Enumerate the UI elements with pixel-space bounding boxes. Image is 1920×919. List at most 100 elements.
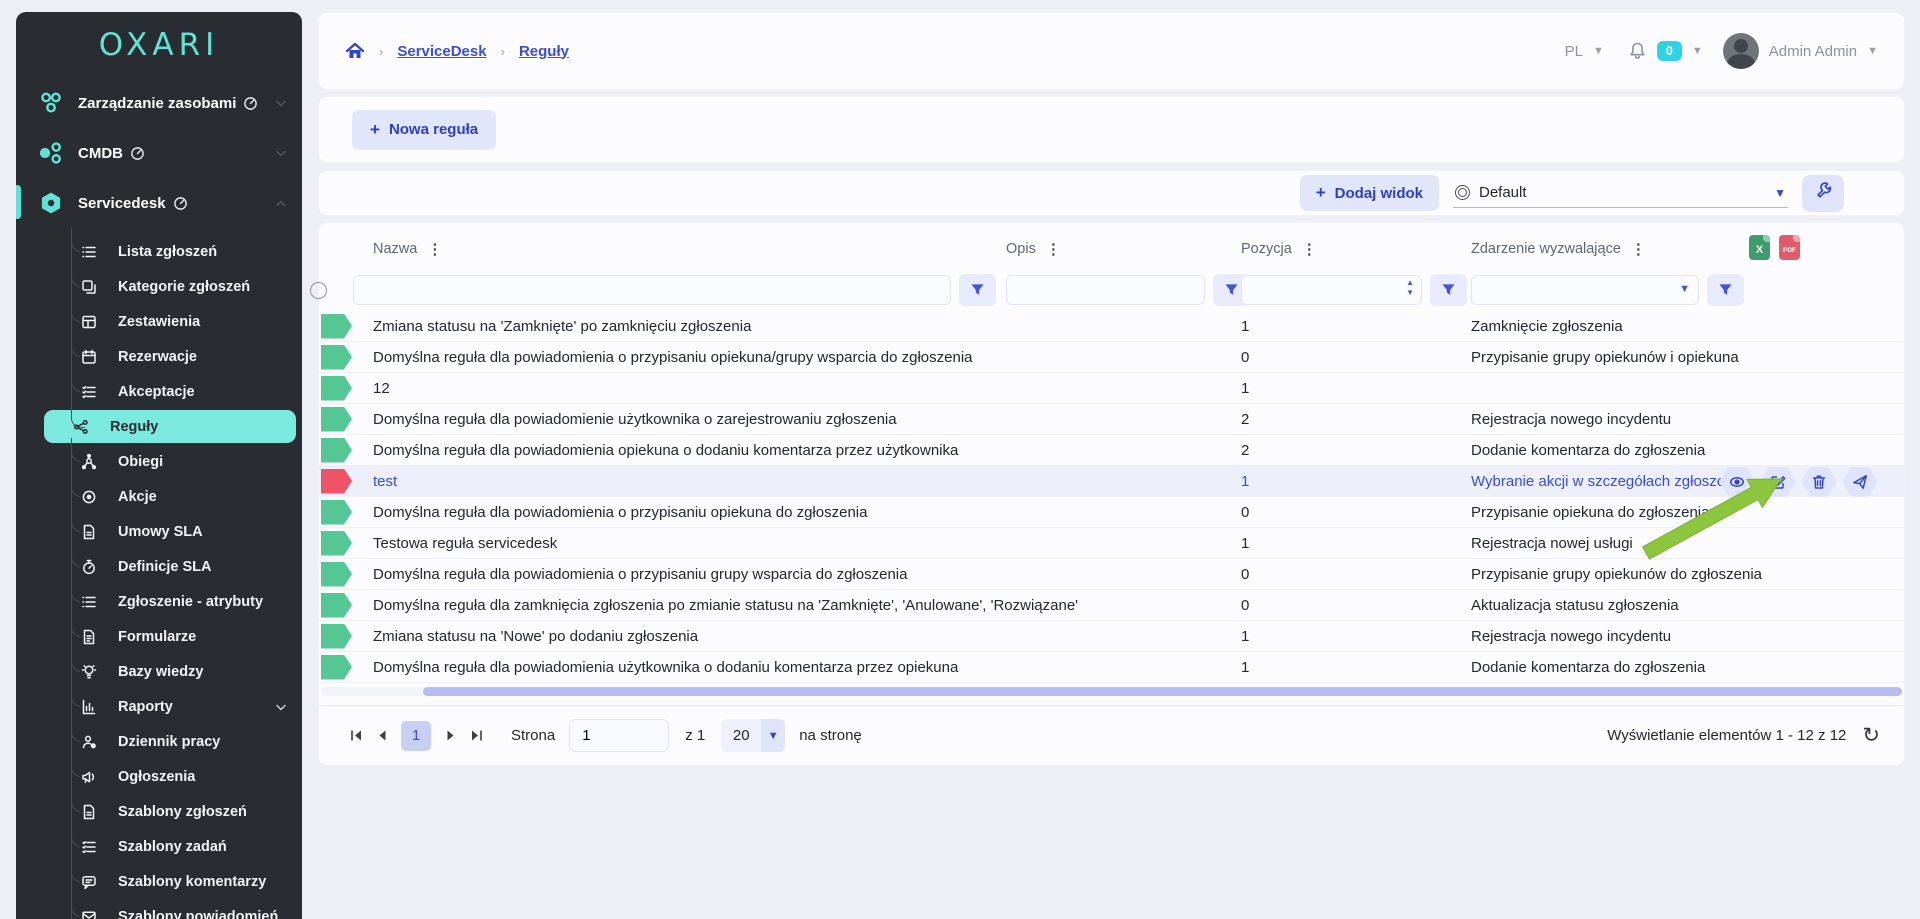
sidebar-item-label: Lista zgłoszeń xyxy=(118,244,217,260)
filter-funnel-button-nazwa[interactable] xyxy=(959,274,996,306)
current-page-button[interactable]: 1 xyxy=(401,721,431,751)
table-row[interactable]: Testowa reguła servicedesk1Rejestracja n… xyxy=(319,528,1904,559)
scrollbar-thumb[interactable] xyxy=(423,687,1902,696)
table-row[interactable]: Domyślna reguła dla powiadomienia o przy… xyxy=(319,497,1904,528)
send-action-button[interactable] xyxy=(1842,467,1878,497)
sidebar-item-label: Ogłoszenia xyxy=(118,769,195,785)
rule-position: 1 xyxy=(1241,473,1249,490)
excel-export-icon[interactable]: X xyxy=(1749,235,1770,260)
filter-funnel-button-zdarzenie[interactable] xyxy=(1707,274,1744,306)
plus-icon: + xyxy=(370,120,380,140)
table-row[interactable]: Domyślna reguła dla powiadomienia użytko… xyxy=(319,652,1904,683)
notification-count-badge[interactable]: 0 xyxy=(1657,41,1682,61)
filter-input-zdarzenie[interactable] xyxy=(1471,275,1699,305)
user-avatar[interactable] xyxy=(1723,33,1759,69)
sidebar-item-szablony-zgłoszeń[interactable]: Szablony zgłoszeń xyxy=(16,794,302,829)
breadcrumb-link-reguly[interactable]: Reguły xyxy=(519,43,569,60)
prev-page-icon xyxy=(376,729,389,742)
column-menu-icon[interactable]: ⋮ xyxy=(1302,242,1317,257)
sidebar-item-raporty[interactable]: Raporty xyxy=(16,689,302,724)
sidebar-item-label: Zgłoszenie - atrybuty xyxy=(118,594,263,610)
number-spinner[interactable]: ▲▼ xyxy=(1406,279,1414,297)
row-actions xyxy=(1719,466,1878,497)
rule-name: Domyślna reguła dla powiadomienia o przy… xyxy=(373,566,907,583)
rule-name: Zmiana statusu na 'Zamknięte' po zamknię… xyxy=(373,318,751,335)
sidebar-item-ogłoszenia[interactable]: Ogłoszenia xyxy=(16,759,302,794)
table-row[interactable]: 121 xyxy=(319,373,1904,404)
sidebar-group-cmdb[interactable]: CMDB xyxy=(16,128,302,178)
sidebar-item-akcje[interactable]: Akcje xyxy=(16,479,302,514)
rule-event: Przypisanie opiekuna do zgłoszenia xyxy=(1471,504,1709,521)
last-page-button[interactable] xyxy=(463,723,489,749)
sidebar-item-szablony-zadań[interactable]: Szablony zadań xyxy=(16,829,302,864)
prev-page-button[interactable] xyxy=(369,723,395,749)
rule-position: 1 xyxy=(1241,659,1249,676)
chevron-down-icon xyxy=(274,96,288,110)
sidebar-item-szablony-powiadomień[interactable]: Szablony powiadomień xyxy=(16,899,302,919)
new-rule-button[interactable]: + Nowa reguła xyxy=(352,110,496,150)
table-row[interactable]: Domyślna reguła dla powiadomienia opieku… xyxy=(319,435,1904,466)
filter-input-opis[interactable] xyxy=(1006,275,1205,305)
sidebar-item-lista-zgłoszeń[interactable]: Lista zgłoszeń xyxy=(16,234,302,269)
cmdb-cluster-icon xyxy=(38,140,64,166)
page-size-select[interactable]: 20 ▼ xyxy=(721,719,785,752)
refresh-icon[interactable]: ↻ xyxy=(1862,725,1880,746)
filter-input-nazwa[interactable] xyxy=(353,275,951,305)
filter-input-pozycja[interactable] xyxy=(1241,275,1422,305)
sidebar-item-zgłoszenie-atrybuty[interactable]: Zgłoszenie - atrybuty xyxy=(16,584,302,619)
column-menu-icon[interactable]: ⋮ xyxy=(1046,242,1061,257)
sidebar-item-umowy-sla[interactable]: Umowy SLA xyxy=(16,514,302,549)
notifications-bell-icon[interactable] xyxy=(1628,41,1647,61)
sidebar-group-servicedesk[interactable]: Servicedesk xyxy=(16,178,302,228)
per-page-label: na stronę xyxy=(799,727,862,744)
breadcrumb-link-servicedesk[interactable]: ServiceDesk xyxy=(397,43,486,60)
sidebar-group-zarządzanie-zasobami[interactable]: Zarządzanie zasobami xyxy=(16,78,302,128)
table-row[interactable]: Domyślna reguła dla powiadomienia o przy… xyxy=(319,559,1904,590)
table-row[interactable]: test1Wybranie akcji w szczegółach zgłosz… xyxy=(319,466,1904,497)
sidebar-item-obiegi[interactable]: Obiegi xyxy=(16,444,302,479)
rule-name: Domyślna reguła dla zamknięcia zgłoszeni… xyxy=(373,597,1078,614)
table-row[interactable]: Domyślna reguła dla zamknięcia zgłoszeni… xyxy=(319,590,1904,621)
view-action-button[interactable] xyxy=(1719,467,1755,497)
table-row[interactable]: Domyślna reguła dla powiadomienie użytko… xyxy=(319,404,1904,435)
chevron-down-icon[interactable]: ▼ xyxy=(1867,45,1878,57)
chevron-down-icon[interactable]: ▼ xyxy=(1692,45,1703,57)
sidebar-item-bazy-wiedzy[interactable]: Bazy wiedzy xyxy=(16,654,302,689)
page-number-input[interactable] xyxy=(569,719,669,752)
sidebar-item-rezerwacje[interactable]: Rezerwacje xyxy=(16,339,302,374)
edit-action-button[interactable] xyxy=(1760,467,1796,497)
column-menu-icon[interactable]: ⋮ xyxy=(1631,242,1646,257)
pdf-export-icon[interactable]: PDF xyxy=(1779,235,1800,260)
rule-status-tag-green xyxy=(321,531,352,556)
delete-action-button[interactable] xyxy=(1801,467,1837,497)
chevron-down-icon[interactable]: ▼ xyxy=(1679,284,1690,295)
sidebar-item-label: Akcje xyxy=(118,489,157,505)
add-view-button[interactable]: + Dodaj widok xyxy=(1300,175,1439,211)
table-row[interactable]: Zmiana statusu na 'Zamknięte' po zamknię… xyxy=(319,311,1904,342)
table-row[interactable]: Zmiana statusu na 'Nowe' po dodaniu zgło… xyxy=(319,621,1904,652)
sidebar-item-dziennik-pracy[interactable]: Dziennik pracy xyxy=(16,724,302,759)
sidebar-item-formularze[interactable]: Formularze xyxy=(16,619,302,654)
table-row[interactable]: Domyślna reguła dla powiadomienia o przy… xyxy=(319,342,1904,373)
chevron-down-icon[interactable]: ▼ xyxy=(1593,45,1604,57)
column-header-pozycja: Pozycja⋮ xyxy=(1241,241,1471,257)
sidebar-item-kategorie-zgłoszeń[interactable]: Kategorie zgłoszeń xyxy=(16,269,302,304)
chevron-down-icon[interactable]: ▼ xyxy=(1774,186,1786,200)
language-selector[interactable]: PL xyxy=(1565,43,1583,60)
home-icon[interactable] xyxy=(345,41,365,61)
filter-funnel-button-pozycja[interactable] xyxy=(1430,274,1467,306)
sidebar-item-szablony-komentarzy[interactable]: Szablony komentarzy xyxy=(16,864,302,899)
workflow-icon xyxy=(81,454,97,470)
view-settings-button[interactable] xyxy=(1802,175,1844,212)
sidebar-item-akceptacje[interactable]: Akceptacje xyxy=(16,374,302,409)
rule-name[interactable]: test xyxy=(373,473,397,490)
next-page-button[interactable] xyxy=(437,723,463,749)
view-select[interactable]: Default ▼ xyxy=(1453,178,1788,208)
first-page-button[interactable] xyxy=(343,723,369,749)
column-menu-icon[interactable]: ⋮ xyxy=(427,242,442,257)
last-page-icon xyxy=(470,729,483,742)
sidebar-item-definicje-sla[interactable]: Definicje SLA xyxy=(16,549,302,584)
app-logo: OXARI xyxy=(16,12,302,78)
sidebar-item-zestawienia[interactable]: Zestawienia xyxy=(16,304,302,339)
user-name[interactable]: Admin Admin xyxy=(1769,43,1857,60)
